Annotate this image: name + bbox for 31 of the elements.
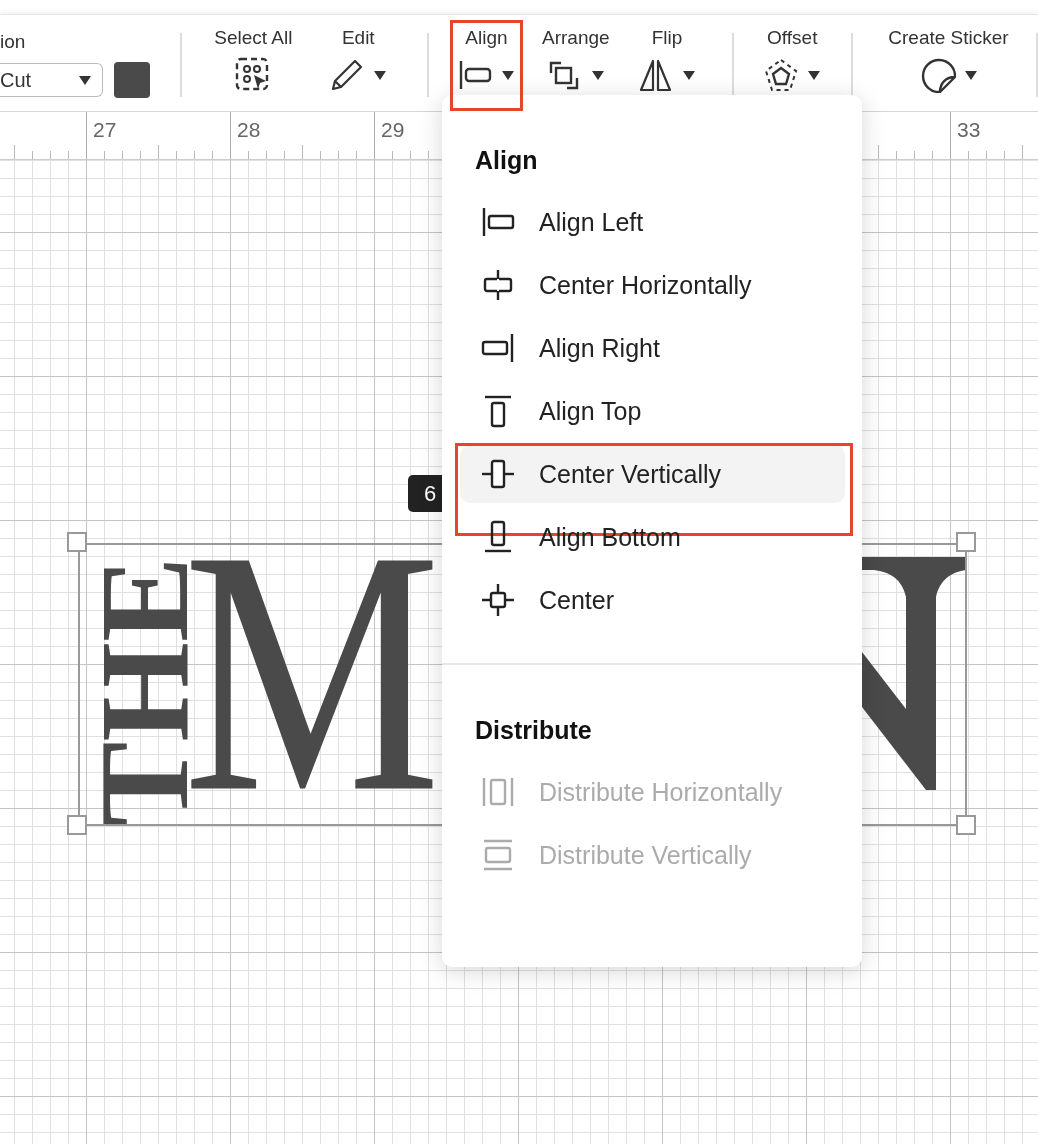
toolbar-button[interactable]: Align bbox=[449, 15, 524, 95]
resize-handle[interactable] bbox=[956, 532, 976, 552]
ruler-number: 27 bbox=[93, 118, 117, 142]
ruler-number: 33 bbox=[957, 118, 981, 142]
toolbar-button[interactable]: Arrange bbox=[531, 15, 621, 95]
menu-item[interactable]: Center Horizontally bbox=[460, 256, 845, 314]
menu-item[interactable]: Center bbox=[460, 571, 845, 629]
toolbar-button[interactable]: Flip bbox=[622, 15, 712, 95]
pentagon-icon bbox=[763, 57, 800, 93]
menu-item[interactable]: Align Top bbox=[460, 382, 845, 440]
menu-item[interactable]: Align Right bbox=[460, 319, 845, 377]
operation-label: ion bbox=[0, 31, 27, 53]
resize-handle[interactable] bbox=[956, 815, 976, 835]
ruler-number: 28 bbox=[237, 118, 261, 142]
toolbar-button[interactable]: Offset bbox=[753, 15, 831, 95]
menu-heading: Distribute bbox=[475, 715, 593, 746]
operation-dropdown[interactable]: Cut bbox=[0, 63, 103, 97]
sticker-icon bbox=[919, 57, 956, 93]
toolbar-button[interactable]: Select All bbox=[204, 15, 302, 95]
resize-handle[interactable] bbox=[67, 815, 87, 835]
ruler-number: 29 bbox=[381, 118, 405, 142]
resize-handle[interactable] bbox=[67, 532, 87, 552]
caret-icon bbox=[78, 74, 92, 86]
toolbar-button[interactable]: Create Sticker bbox=[872, 15, 1025, 95]
menu-item[interactable]: Center Vertically bbox=[460, 445, 845, 503]
menu-item[interactable]: Align Left bbox=[460, 193, 845, 251]
color-swatch[interactable] bbox=[114, 62, 150, 98]
center-align-icon bbox=[480, 582, 516, 618]
menu-heading: Align bbox=[475, 145, 539, 176]
mirrored-triangles-icon bbox=[638, 57, 674, 93]
toolbar-button[interactable]: Edit bbox=[309, 15, 407, 95]
